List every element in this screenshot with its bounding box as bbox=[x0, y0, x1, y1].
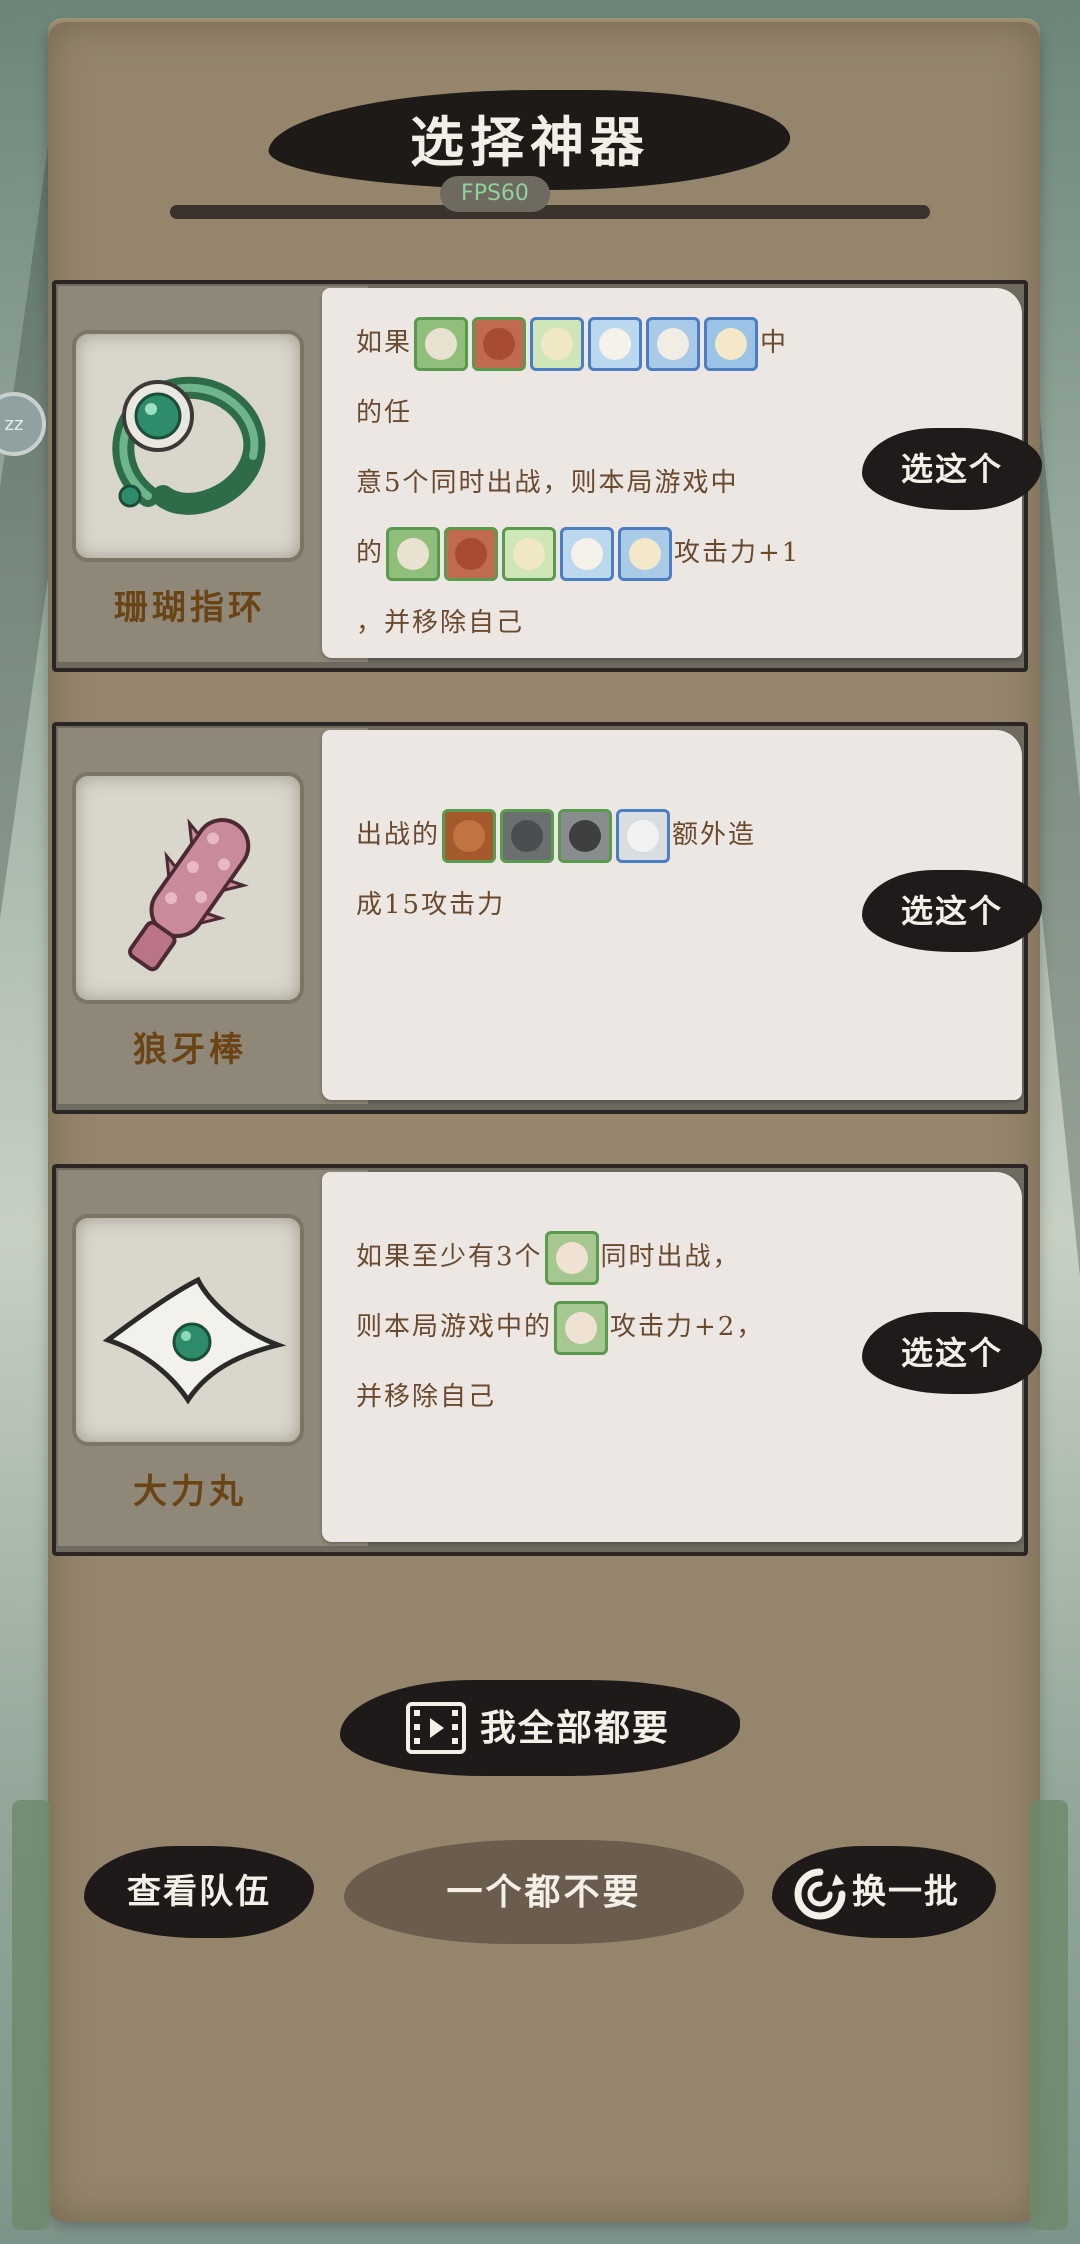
artifact-card-3: 大力丸 如果至少有3个 同时出战， 则本局游戏中的 攻击力+2， 并移除自己 选这个 bbox=[52, 1164, 1042, 1556]
hero-avatar-icon bbox=[544, 1231, 599, 1285]
select-artifact-button[interactable]: 选这个 bbox=[862, 1312, 1042, 1394]
artifact-description: 出战的 额外造 成15攻击力 bbox=[356, 800, 806, 940]
coral-ring-icon bbox=[112, 376, 266, 515]
scroll-post-left bbox=[12, 1800, 50, 2230]
hero-avatar-icon bbox=[500, 809, 555, 863]
hero-avatar-icon bbox=[558, 809, 613, 863]
take-none-button[interactable]: 一个都不要 bbox=[344, 1840, 744, 1944]
refresh-label: 换一批 bbox=[852, 1872, 960, 1912]
artifact-card-1: 珊瑚指环 如果 中的任 意5个同时出战，则本局游戏中 的攻击力+1 ，并移除自己 … bbox=[52, 280, 1042, 672]
fps-badge: FPS60 bbox=[440, 176, 550, 212]
hero-avatar-icon bbox=[472, 317, 527, 371]
artifact-icon-frame bbox=[72, 330, 304, 562]
hero-avatar-icon bbox=[704, 317, 759, 371]
hero-avatar-icon bbox=[414, 317, 469, 371]
hero-avatar-icon bbox=[444, 527, 499, 581]
artifact-description: 如果 中的任 意5个同时出战，则本局游戏中 的攻击力+1 ，并移除自己 bbox=[356, 308, 806, 658]
scroll-post-right bbox=[1030, 1800, 1068, 2230]
hero-avatar-icon bbox=[386, 527, 441, 581]
video-film-icon bbox=[406, 1702, 466, 1754]
hero-avatar-icon bbox=[646, 317, 701, 371]
artifact-description-panel: 如果至少有3个 同时出战， 则本局游戏中的 攻击力+2， 并移除自己 选这个 bbox=[322, 1172, 1042, 1542]
take-all-button[interactable]: 我全部都要 bbox=[340, 1680, 740, 1776]
artifact-name: 狼牙棒 bbox=[133, 1030, 247, 1070]
hero-avatar-icon bbox=[502, 527, 557, 581]
spiked-club-icon bbox=[128, 818, 251, 972]
artifact-name: 大力丸 bbox=[133, 1472, 247, 1512]
hero-avatar-icon bbox=[588, 317, 643, 371]
page-title: 选择神器 bbox=[410, 110, 650, 174]
power-pill-icon bbox=[102, 1276, 287, 1405]
artifact-icon-frame bbox=[72, 772, 304, 1004]
take-all-label: 我全部都要 bbox=[480, 1707, 671, 1749]
hero-avatar-icon bbox=[616, 809, 671, 863]
hero-avatar-icon bbox=[560, 527, 615, 581]
hero-avatar-icon bbox=[442, 809, 497, 863]
select-artifact-button[interactable]: 选这个 bbox=[862, 428, 1042, 510]
artifact-icon-frame bbox=[72, 1214, 304, 1446]
select-artifact-button[interactable]: 选这个 bbox=[862, 870, 1042, 952]
artifact-description-panel: 出战的 额外造 成15攻击力 选这个 bbox=[322, 730, 1042, 1100]
artifact-card-2: 狼牙棒 出战的 额外造 成15攻击力 选这个 bbox=[52, 722, 1042, 1114]
refresh-button[interactable]: 换一批 bbox=[772, 1846, 996, 1938]
artifact-name: 珊瑚指环 bbox=[114, 588, 266, 628]
artifact-description-panel: 如果 中的任 意5个同时出战，则本局游戏中 的攻击力+1 ，并移除自己 选这个 bbox=[322, 288, 1042, 658]
title-underline bbox=[170, 205, 930, 219]
hero-avatar-icon bbox=[618, 527, 673, 581]
view-team-button[interactable]: 查看队伍 bbox=[84, 1846, 314, 1938]
artifact-description: 如果至少有3个 同时出战， 则本局游戏中的 攻击力+2， 并移除自己 bbox=[356, 1222, 806, 1432]
hero-avatar-icon bbox=[554, 1301, 609, 1355]
refresh-swirl-icon bbox=[794, 1868, 846, 1920]
hero-avatar-icon bbox=[530, 317, 585, 371]
